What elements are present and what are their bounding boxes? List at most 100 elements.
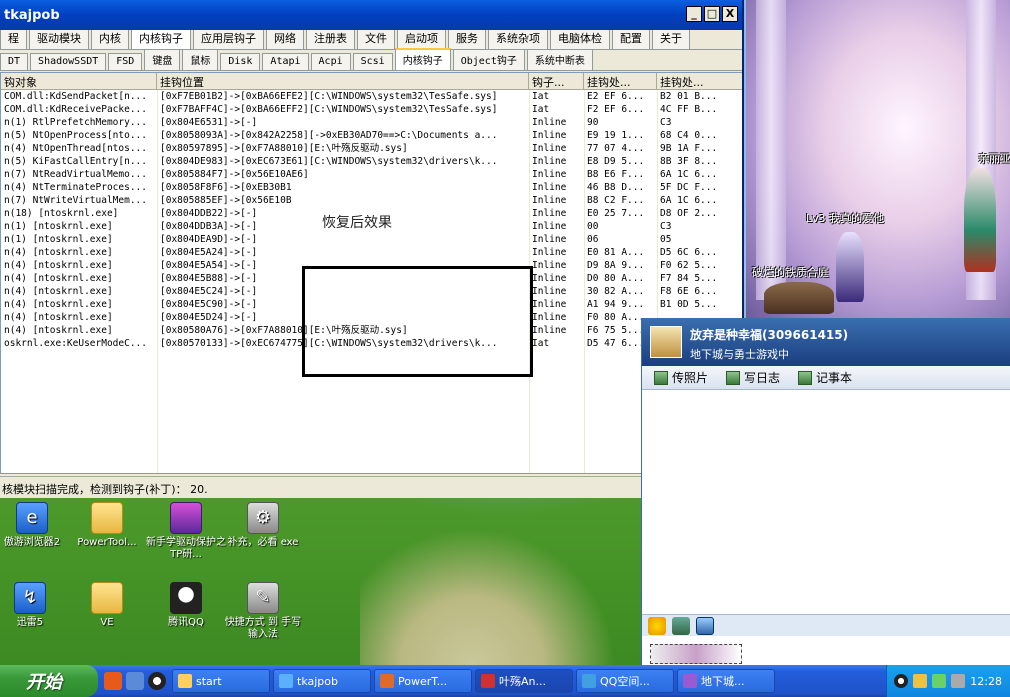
tab-sub-8[interactable]: Scsi <box>352 53 393 70</box>
tab-main-6[interactable]: 注册表 <box>306 27 355 49</box>
tab-sub-3[interactable]: 键盘 <box>144 49 181 70</box>
table-row[interactable]: COM.dll:KdReceivePacke... [0xF7BAFF4C]->[… <box>1 103 742 116</box>
tab-sub-10[interactable]: Object钩子 <box>452 49 525 70</box>
table-row[interactable]: COM.dll:KdSendPacket[n... [0xF7EB01B2]->[… <box>1 90 742 103</box>
qq-profile-window: 放弃是种幸福(309661415) 地下城与勇士游戏中 传照片 写日志 记事本 <box>641 318 1010 665</box>
screenshot-icon[interactable] <box>696 617 714 635</box>
minimize-button[interactable]: _ <box>686 6 702 22</box>
notepad-button[interactable]: 记事本 <box>798 370 852 385</box>
tab-sub-11[interactable]: 系统中断表 <box>526 49 593 70</box>
desktop-icon-handwriting[interactable]: ✎ 快捷方式 到 手写输入法 <box>223 582 303 641</box>
column-header-hook-type[interactable]: 钩子... <box>529 73 584 89</box>
cell-hook-type: Iat <box>532 91 550 102</box>
upload-photo-button[interactable]: 传照片 <box>654 370 708 385</box>
table-row[interactable]: n(5) NtOpenProcess[nto... [0x8058093A]->[… <box>1 129 742 142</box>
tab-sub-7[interactable]: Acpi <box>310 53 351 70</box>
tab-main-8[interactable]: 启动项 <box>397 27 446 49</box>
table-row[interactable]: n(7) NtReadVirtualMemo... [0x805884F7]->[… <box>1 168 742 181</box>
tab-sub-6[interactable]: Atapi <box>262 53 309 70</box>
taskbar-button[interactable]: 地下城... <box>677 669 775 693</box>
tab-main-9[interactable]: 服务 <box>448 27 486 49</box>
qq-nickname: 放弃是种幸福(309661415) <box>690 328 849 342</box>
tab-main-4[interactable]: 应用层钩子 <box>193 27 264 49</box>
tab-main-5[interactable]: 网络 <box>266 27 304 49</box>
desktop-icon-powertool[interactable]: PowerTool... <box>67 502 147 549</box>
tab-main-12[interactable]: 配置 <box>612 27 650 49</box>
qq-tray-icon[interactable] <box>894 674 909 688</box>
desktop-icon-ve[interactable]: VE <box>67 582 147 629</box>
tab-main-0[interactable]: 程 <box>0 27 27 49</box>
cell-hook-type: Inline <box>532 247 567 258</box>
game-character <box>964 168 996 272</box>
tray-icon[interactable] <box>913 674 928 688</box>
tab-sub-4[interactable]: 鼠标 <box>182 49 219 70</box>
cell-hook-location: [0x804E6531]->[-] <box>160 117 258 128</box>
desktop-icon-label: 腾讯QQ <box>168 617 204 628</box>
tab-sub-5[interactable]: Disk <box>220 53 261 70</box>
cell-hook-object: n(4) [ntoskrnl.exe] <box>4 325 113 336</box>
folder-icon <box>91 502 123 534</box>
start-button[interactable]: 开始 <box>0 665 98 697</box>
pasted-image-thumbnail[interactable] <box>650 644 742 664</box>
title-bar[interactable]: tkajpob _ □ X <box>0 0 742 30</box>
taskbar-app-icon <box>683 674 697 688</box>
tab-main-11[interactable]: 电脑体检 <box>550 27 610 49</box>
table-row[interactable]: n(4) NtTerminateProces... [0x8058F8F6]->[… <box>1 181 742 194</box>
tab-main-13[interactable]: 关于 <box>652 27 690 49</box>
column-header-hook-location[interactable]: 挂钩位置 <box>157 73 529 89</box>
maximize-button[interactable]: □ <box>704 6 720 22</box>
column-header-hook-object[interactable]: 钩对象 <box>1 73 157 89</box>
quick-launch-icon[interactable] <box>126 672 144 690</box>
taskbar-button[interactable]: start <box>172 669 270 693</box>
image-icon[interactable] <box>672 617 690 635</box>
table-row[interactable]: n(4) [ntoskrnl.exe] [0x804E5A24]->[-] Inli… <box>1 246 742 259</box>
treasure-chest <box>764 282 834 314</box>
cell-hook-original: F8 6E 6... <box>660 286 718 297</box>
tab-sub-2[interactable]: FSD <box>108 53 143 70</box>
desktop-icon-label: 补充，必看 exe <box>227 537 299 548</box>
tab-sub-9[interactable]: 内核钩子 <box>394 48 451 70</box>
emoji-icon[interactable] <box>648 617 666 635</box>
tab-main-10[interactable]: 系统杂项 <box>488 27 548 49</box>
cell-hook-original: 68 C4 0... <box>660 130 718 141</box>
desktop-icon-tp-study[interactable]: 新手学驱动保护之TP研... <box>146 502 226 561</box>
tray-icon[interactable] <box>932 674 947 688</box>
taskbar-button[interactable]: QQ空间... <box>576 669 674 693</box>
table-row[interactable]: n(5) KiFastCallEntry[n... [0x804DE983]->[… <box>1 155 742 168</box>
tab-main-1[interactable]: 驱动模块 <box>29 27 89 49</box>
desktop-icon-supplement[interactable]: ⚙ 补充，必看 exe <box>223 502 303 549</box>
tab-main-7[interactable]: 文件 <box>357 27 395 49</box>
cell-hook-current: 46 B8 D... <box>587 182 645 193</box>
tab-main-2[interactable]: 内核 <box>91 27 129 49</box>
avatar[interactable] <box>650 326 682 358</box>
tab-sub-1[interactable]: ShadowSSDT <box>30 53 107 70</box>
qq-penguin-icon[interactable] <box>148 672 166 690</box>
cell-hook-type: Inline <box>532 325 567 336</box>
column-header-hook-original[interactable]: 挂钩处... <box>657 73 742 89</box>
cell-hook-object: n(4) [ntoskrnl.exe] <box>4 299 113 310</box>
taskbar-button[interactable]: PowerT... <box>374 669 472 693</box>
system-tray: 12:28 <box>886 665 1010 697</box>
cell-hook-location: [0x805884F7]->[0x56E10AE6] <box>160 169 309 180</box>
close-button[interactable]: X <box>722 6 738 22</box>
quick-launch-icon[interactable] <box>104 672 122 690</box>
desktop-icon-maxthon[interactable]: e 傲游浏览器2 <box>0 502 72 549</box>
write-blog-button[interactable]: 写日志 <box>726 370 780 385</box>
taskbar-button[interactable]: 叶殇An... <box>475 669 573 693</box>
desktop-icon-qq[interactable]: 腾讯QQ <box>146 582 226 629</box>
game-label: Lv3 我真的爱他 <box>806 212 885 225</box>
taskbar-app-icon <box>279 674 293 688</box>
desktop-icon-xunlei[interactable]: ↯ 迅雷5 <box>0 582 70 629</box>
taskbar-button[interactable]: tkajpob <box>273 669 371 693</box>
table-row[interactable]: n(1) RtlPrefetchMemory... [0x804E6531]->[… <box>1 116 742 129</box>
volume-icon[interactable] <box>951 674 966 688</box>
column-header-hook-current[interactable]: 挂钩处... <box>584 73 657 89</box>
cell-hook-original: 6A 1C 6... <box>660 169 718 180</box>
clock[interactable]: 12:28 <box>970 675 1002 688</box>
cell-hook-current: D0 80 A... <box>587 273 645 284</box>
table-row[interactable]: n(1) [ntoskrnl.exe] [0x804DEA9D]->[-] Inli… <box>1 233 742 246</box>
cell-hook-object: n(5) KiFastCallEntry[n... <box>4 156 147 167</box>
tab-sub-0[interactable]: DT <box>0 53 29 70</box>
table-row[interactable]: n(7) NtWriteVirtualMem... [0x805885EF]->[… <box>1 194 742 207</box>
table-row[interactable]: n(4) NtOpenThread[ntos... [0x80597895]->[… <box>1 142 742 155</box>
